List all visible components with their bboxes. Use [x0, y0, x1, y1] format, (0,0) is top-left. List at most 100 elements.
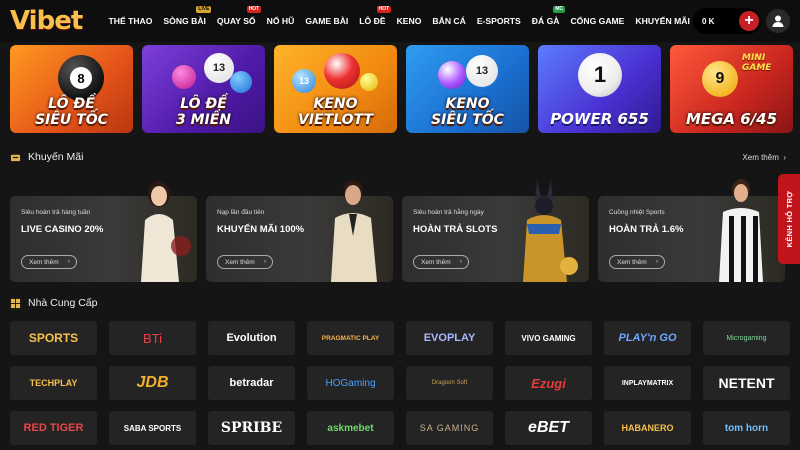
chevron-right-icon: › [68, 259, 70, 265]
nav-khuyen-mai[interactable]: KHUYẾN MÃI [630, 16, 695, 26]
chevron-right-icon: › [783, 153, 786, 162]
promo-title: KHUYẾN MÃI 100% [217, 224, 305, 235]
balance-box[interactable]: 0 K + [693, 8, 761, 34]
promo-footballer-figure [719, 179, 763, 282]
chevron-right-icon: › [656, 259, 658, 265]
ball-icon [230, 71, 252, 93]
provider-saba-sports[interactable]: SABA SPORTS [109, 411, 196, 445]
provider-hogaming[interactable]: HOGaming [307, 366, 394, 400]
provider-betradar[interactable]: betradar [208, 366, 295, 400]
chevron-right-icon: › [460, 259, 462, 265]
promotions-see-more[interactable]: Xem thêm › [742, 153, 786, 162]
provider-grid: SPORTS BTi Evolution PRAGMATIC PLAY EVOP… [10, 321, 790, 445]
nav-e-sports[interactable]: E-SPORTS [471, 16, 526, 26]
promo-card-sports-rebate[interactable]: Cuồng nhiệt Sports HOÀN TRẢ 1.6% Xem thê… [598, 176, 785, 282]
nav-keno[interactable]: KENO [391, 16, 427, 26]
ball-number: 13 [292, 69, 316, 93]
provider-jdb[interactable]: JDB [109, 366, 196, 400]
provider-askmebet[interactable]: askmebet [307, 411, 394, 445]
nav-game-bai[interactable]: GAME BÀI [300, 16, 354, 26]
provider-pragmatic-play[interactable]: PRAGMATIC PLAY [307, 321, 394, 355]
provider-sa-gaming[interactable]: SA GAMING [406, 411, 493, 445]
promo-see-more-button[interactable]: Xem thêm › [21, 255, 77, 269]
promotion-cards: Siêu hoàn trả hàng tuần LIVE CASINO 20% … [10, 176, 785, 282]
nav-cong-game[interactable]: CỔNG GAME [565, 16, 630, 26]
game-tile-lo-de-sieu-toc[interactable]: 8 LÔ ĐỀ SIÊU TỐC [10, 45, 133, 133]
provider-evolution[interactable]: Evolution [208, 321, 295, 355]
provider-sports[interactable]: SPORTS [10, 321, 97, 355]
hot-badge: HOT [246, 6, 262, 13]
game-tile-mega-645[interactable]: 9 MINI GAME MEGA 6/45 [670, 45, 793, 133]
promo-model-figure [141, 181, 191, 282]
provider-habanero[interactable]: HABANERO [604, 411, 691, 445]
promo-subtitle: Nạp lần đầu tiên [217, 209, 265, 216]
promotion-icon [10, 154, 21, 161]
promo-subtitle: Siêu hoàn trả hằng ngày [413, 209, 484, 216]
ball-number: 8 [70, 67, 92, 89]
nav-song-bai[interactable]: SÒNG BÀI LIVE [158, 6, 212, 26]
promo-card-live-casino[interactable]: Siêu hoàn trả hàng tuần LIVE CASINO 20% … [10, 176, 197, 282]
provider-vivo-gaming[interactable]: VIVO GAMING [505, 321, 592, 355]
ball-number: 13 [466, 55, 498, 87]
provider-netent[interactable]: NETENT [703, 366, 790, 400]
provider-microgaming[interactable]: Microgaming [703, 321, 790, 355]
provider-red-tiger[interactable]: RED TIGER [10, 411, 97, 445]
provider-ezugi[interactable]: Ezugi [505, 366, 592, 400]
provider-tom-horn[interactable]: tom horn [703, 411, 790, 445]
promo-card-first-deposit[interactable]: Nạp lần đầu tiên KHUYẾN MÃI 100% Xem thê… [206, 176, 393, 282]
nav-da-ga[interactable]: ĐÁ GÀ MC [526, 6, 565, 26]
nav-no-hu[interactable]: NỔ HŨ [261, 16, 300, 26]
promotions-title: Khuyến Mãi [28, 151, 84, 163]
nav-quay-so[interactable]: QUAY SỐ HOT [211, 6, 262, 26]
provider-dragoon-soft[interactable]: Dragoon Soft [406, 366, 493, 400]
game-title-line2: SIÊU TỐC [35, 112, 108, 128]
provider-bti[interactable]: BTi [109, 321, 196, 355]
game-tiles: 8 LÔ ĐỀ SIÊU TỐC 13 LÔ ĐỀ 3 MIỀN 13 KENO VI… [10, 45, 793, 133]
game-title-line2: 3 MIỀN [175, 112, 232, 128]
promo-subtitle: Siêu hoàn trả hàng tuần [21, 209, 91, 216]
promo-see-more-button[interactable]: Xem thêm › [609, 255, 665, 269]
promo-title: HOÀN TRẢ 1.6% [609, 224, 684, 235]
game-title-line1: LÔ ĐỀ [48, 96, 95, 112]
provider-inplaymatrix[interactable]: INPLAYMATRIX [604, 366, 691, 400]
provider-spribe[interactable]: SPRIBE [208, 411, 295, 445]
game-title-line1: LÔ ĐỀ [180, 96, 227, 112]
ball-icon [172, 65, 196, 89]
nav-ban-ca[interactable]: BẮN CÁ [427, 16, 471, 26]
game-title: POWER 655 [550, 110, 649, 128]
promo-anubis-figure [523, 180, 578, 282]
promo-card-slots-rebate[interactable]: Siêu hoàn trả hằng ngày HOÀN TRẢ SLOTS X… [402, 176, 589, 282]
game-tile-lo-de-3-mien[interactable]: 13 LÔ ĐỀ 3 MIỀN [142, 45, 265, 133]
game-tile-power-655[interactable]: 1 POWER 655 [538, 45, 661, 133]
chevron-right-icon: › [264, 259, 266, 265]
provider-playngo[interactable]: PLAY'n GO [604, 321, 691, 355]
game-tile-keno-sieu-toc[interactable]: 13 KENO SIÊU TỐC [406, 45, 529, 133]
nav-the-thao[interactable]: THỂ THAO [103, 16, 158, 26]
balance-amount: 0 K [702, 16, 715, 26]
nav-lo-de[interactable]: LÔ ĐỀ HOT [354, 6, 392, 26]
game-title-line1: KENO [445, 96, 490, 112]
user-icon [772, 15, 784, 27]
support-channel-tab[interactable]: KÊNH HỖ TRỢ [778, 174, 800, 264]
game-title-line1: KENO [313, 96, 358, 112]
game-title-line2: SIÊU TỐC [431, 112, 504, 128]
provider-evoplay[interactable]: EVOPLAY [406, 321, 493, 355]
promo-see-more-button[interactable]: Xem thêm › [217, 255, 273, 269]
user-avatar-button[interactable] [766, 9, 790, 33]
providers-title: Nhà Cung Cấp [28, 297, 98, 309]
promo-subtitle: Cuồng nhiệt Sports [609, 209, 665, 216]
provider-ebet[interactable]: eBET [505, 411, 592, 445]
game-tile-keno-vietlott[interactable]: 13 KENO VIETLOTT [274, 45, 397, 133]
ball-number: 1 [578, 53, 622, 97]
mini-game-label: MINI GAME [742, 53, 772, 73]
provider-techplay[interactable]: TECHPLAY [10, 366, 97, 400]
promo-see-more-button[interactable]: Xem thêm › [413, 255, 469, 269]
ball-number: 9 [702, 61, 738, 97]
support-tab-label: KÊNH HỖ TRỢ [784, 190, 794, 248]
promo-title: LIVE CASINO 20% [21, 224, 104, 235]
promo-title: HOÀN TRẢ SLOTS [413, 224, 498, 235]
providers-header: Nhà Cung Cấp [10, 297, 97, 309]
ball-icon [360, 73, 378, 91]
logo[interactable]: Vibet [10, 6, 83, 36]
deposit-button[interactable]: + [739, 11, 759, 31]
